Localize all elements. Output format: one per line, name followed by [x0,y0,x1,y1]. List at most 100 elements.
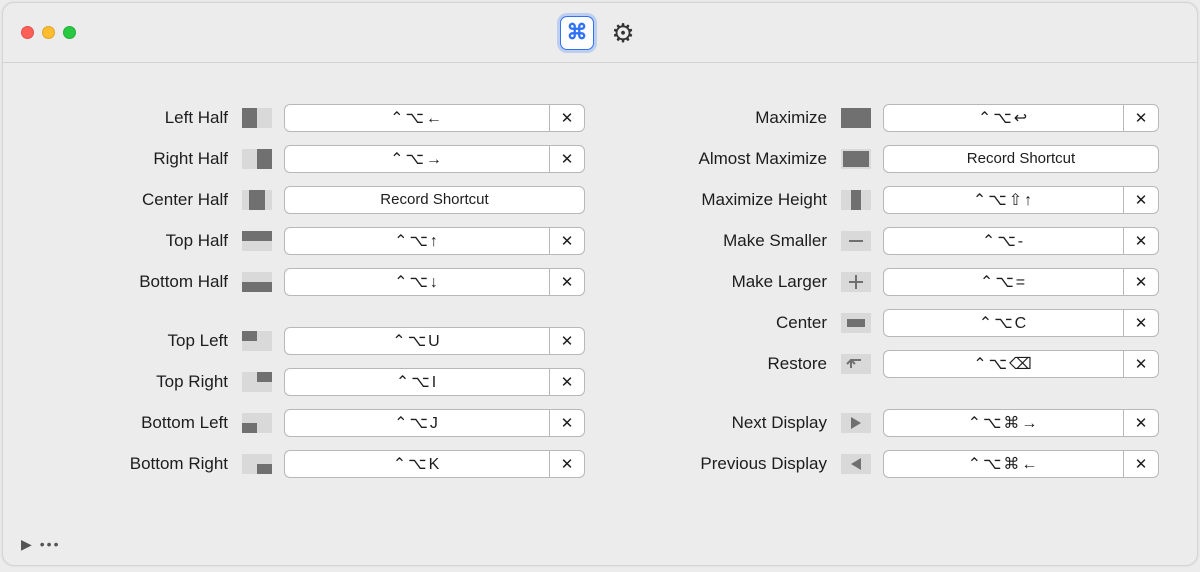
top-left-row: Top Left ⌃⌥U✕ [41,320,585,361]
restore-shortcut-recorder[interactable]: ⌃⌥⌫✕ [883,350,1159,378]
right-half-shortcut-value[interactable]: ⌃⌥→ [284,145,549,173]
zoom-window-button[interactable] [63,26,76,39]
bottom-half-shortcut-value[interactable]: ⌃⌥↓ [284,268,549,296]
shortcuts-tab[interactable]: ⌘ [560,16,594,50]
bottom-half-clear-button[interactable]: ✕ [549,268,585,296]
maximize-clear-button[interactable]: ✕ [1123,104,1159,132]
row-spacer [615,384,1159,402]
maximize-height-row: Maximize Height⌃⌥⇧↑✕ [615,179,1159,220]
top-left-shortcut-recorder[interactable]: ⌃⌥U✕ [284,327,585,355]
top-left-clear-button[interactable]: ✕ [549,327,585,355]
center-half-shortcut-recorder[interactable]: Record Shortcut [284,186,585,214]
almost-maximize-row: Almost MaximizeRecord Shortcut [615,138,1159,179]
full-icon [841,107,871,129]
previous-display-shortcut-value[interactable]: ⌃⌥⌘← [883,450,1123,478]
almost-icon [841,148,871,170]
bottom-right-label: Bottom Right [41,454,236,474]
top-right-shortcut-recorder[interactable]: ⌃⌥I✕ [284,368,585,396]
bottom-left-clear-button[interactable]: ✕ [549,409,585,437]
bottom-right-icon [242,453,272,475]
top-left-label: Top Left [41,331,236,351]
next-display-shortcut-recorder[interactable]: ⌃⌥⌘→✕ [883,409,1159,437]
make-smaller-shortcut-recorder[interactable]: ⌃⌥-✕ [883,227,1159,255]
top-left-icon [242,330,272,352]
center-half-row: Center HalfRecord Shortcut [41,179,585,220]
bottom-right-clear-button[interactable]: ✕ [549,450,585,478]
center-shortcut-value[interactable]: ⌃⌥C [883,309,1123,337]
make-smaller-clear-button[interactable]: ✕ [1123,227,1159,255]
make-smaller-label: Make Smaller [615,231,835,251]
almost-maximize-shortcut-recorder[interactable]: Record Shortcut [883,145,1159,173]
chevron-left-icon [841,453,871,475]
top-half-shortcut-recorder[interactable]: ⌃⌥↑✕ [284,227,585,255]
play-icon[interactable]: ▶ [21,536,32,553]
right-half-icon [242,148,272,170]
right-half-shortcut-recorder[interactable]: ⌃⌥→✕ [284,145,585,173]
restore-clear-button[interactable]: ✕ [1123,350,1159,378]
make-larger-label: Make Larger [615,272,835,292]
maximize-shortcut-value[interactable]: ⌃⌥↩ [883,104,1123,132]
top-right-row: Top Right ⌃⌥I✕ [41,361,585,402]
top-half-label: Top Half [41,231,236,251]
top-right-clear-button[interactable]: ✕ [549,368,585,396]
left-half-shortcut-value[interactable]: ⌃⌥← [284,104,549,132]
left-half-row: Left Half⌃⌥←✕ [41,97,585,138]
previous-display-shortcut-recorder[interactable]: ⌃⌥⌘←✕ [883,450,1159,478]
almost-maximize-shortcut-value[interactable]: Record Shortcut [883,145,1159,173]
minimize-window-button[interactable] [42,26,55,39]
bottom-half-row: Bottom Half⌃⌥↓✕ [41,261,585,302]
top-right-label: Top Right [41,372,236,392]
bottom-left-shortcut-value[interactable]: ⌃⌥J [284,409,549,437]
left-half-icon [242,107,272,129]
previous-display-row: Previous Display ⌃⌥⌘←✕ [615,443,1159,484]
make-smaller-row: Make Smaller ⌃⌥-✕ [615,220,1159,261]
center-icon [841,312,871,334]
footer: ▶ ••• [3,529,1197,565]
maximize-label: Maximize [615,108,835,128]
bottom-right-shortcut-value[interactable]: ⌃⌥K [284,450,549,478]
center-half-icon [242,189,272,211]
center-row: Center⌃⌥C✕ [615,302,1159,343]
next-display-label: Next Display [615,413,835,433]
top-left-shortcut-value[interactable]: ⌃⌥U [284,327,549,355]
top-half-icon [242,230,272,252]
row-spacer [41,302,585,320]
bottom-left-shortcut-recorder[interactable]: ⌃⌥J✕ [284,409,585,437]
bottom-right-shortcut-recorder[interactable]: ⌃⌥K✕ [284,450,585,478]
bottom-left-label: Bottom Left [41,413,236,433]
left-half-clear-button[interactable]: ✕ [549,104,585,132]
minus-icon [841,230,871,252]
maximize-height-shortcut-value[interactable]: ⌃⌥⇧↑ [883,186,1123,214]
center-clear-button[interactable]: ✕ [1123,309,1159,337]
make-larger-shortcut-recorder[interactable]: ⌃⌥=✕ [883,268,1159,296]
preferences-window: ⌘ ⚙︎ Left Half⌃⌥←✕Right Half⌃⌥→✕Center H… [2,2,1198,566]
top-half-shortcut-value[interactable]: ⌃⌥↑ [284,227,549,255]
titlebar: ⌘ ⚙︎ [3,3,1197,63]
window-controls [21,26,76,39]
top-right-shortcut-value[interactable]: ⌃⌥I [284,368,549,396]
close-window-button[interactable] [21,26,34,39]
left-half-shortcut-recorder[interactable]: ⌃⌥←✕ [284,104,585,132]
maximize-shortcut-recorder[interactable]: ⌃⌥↩✕ [883,104,1159,132]
restore-label: Restore [615,354,835,374]
center-shortcut-recorder[interactable]: ⌃⌥C✕ [883,309,1159,337]
make-larger-clear-button[interactable]: ✕ [1123,268,1159,296]
left-column: Left Half⌃⌥←✕Right Half⌃⌥→✕Center HalfRe… [41,97,585,519]
make-larger-shortcut-value[interactable]: ⌃⌥= [883,268,1123,296]
top-half-clear-button[interactable]: ✕ [549,227,585,255]
previous-display-clear-button[interactable]: ✕ [1123,450,1159,478]
chevron-right-icon [841,412,871,434]
restore-shortcut-value[interactable]: ⌃⌥⌫ [883,350,1123,378]
next-display-shortcut-value[interactable]: ⌃⌥⌘→ [883,409,1123,437]
maximize-height-clear-button[interactable]: ✕ [1123,186,1159,214]
more-icon[interactable]: ••• [40,536,61,552]
make-smaller-shortcut-value[interactable]: ⌃⌥- [883,227,1123,255]
bottom-half-shortcut-recorder[interactable]: ⌃⌥↓✕ [284,268,585,296]
next-display-clear-button[interactable]: ✕ [1123,409,1159,437]
right-half-clear-button[interactable]: ✕ [549,145,585,173]
settings-tab[interactable]: ⚙︎ [606,16,640,50]
right-column: Maximize⌃⌥↩✕Almost MaximizeRecord Shortc… [615,97,1159,519]
center-half-shortcut-value[interactable]: Record Shortcut [284,186,585,214]
maximize-height-shortcut-recorder[interactable]: ⌃⌥⇧↑✕ [883,186,1159,214]
previous-display-label: Previous Display [615,454,835,474]
